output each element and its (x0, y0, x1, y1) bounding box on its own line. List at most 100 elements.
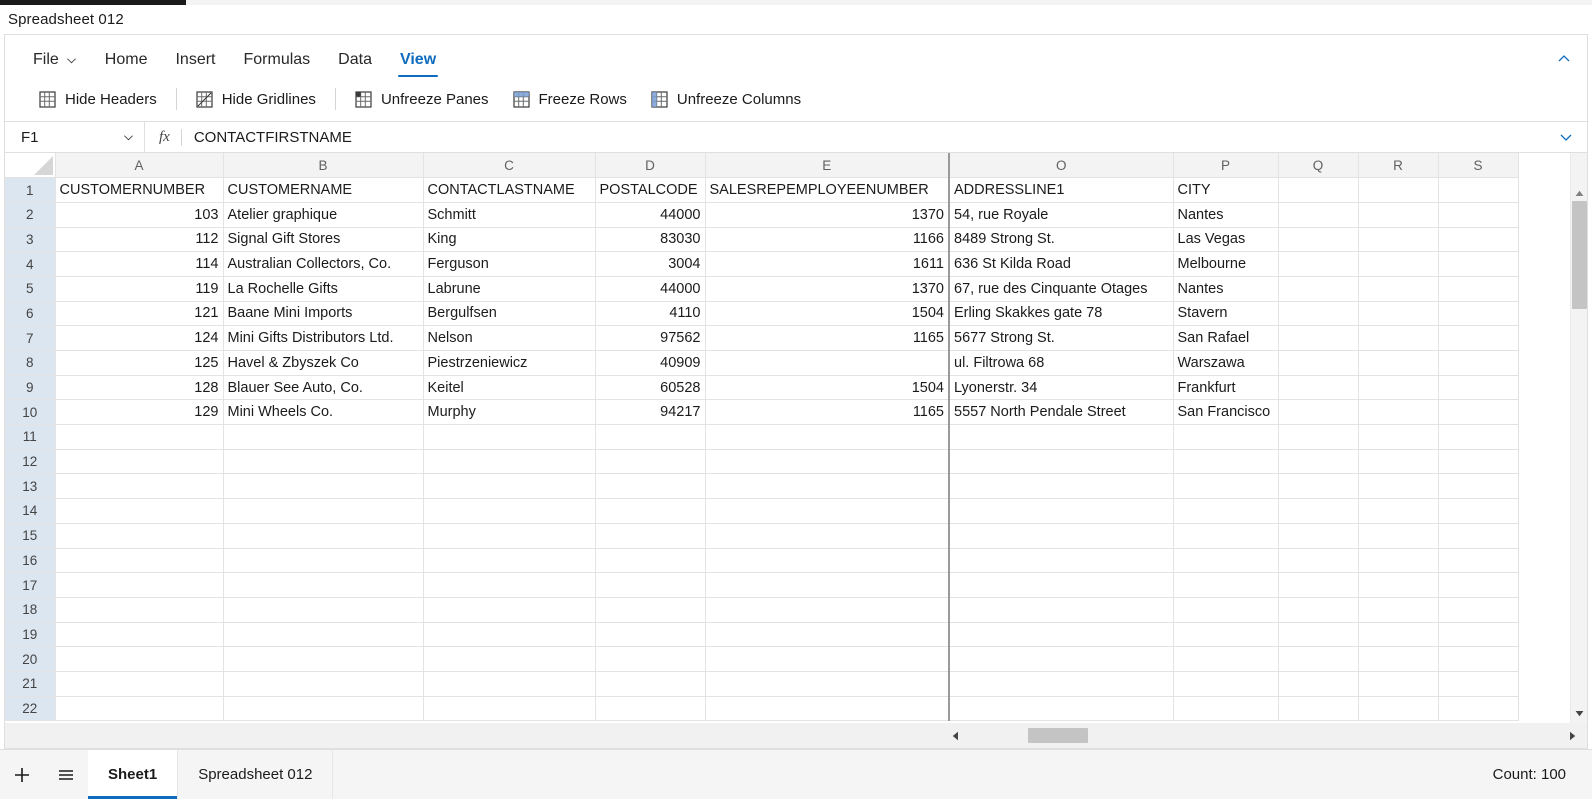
cell-O15[interactable] (948, 523, 1174, 549)
cell-E3[interactable]: 1166 (705, 227, 950, 253)
cell-O8[interactable]: ul. Filtrowa 68 (948, 350, 1174, 376)
cell-C20[interactable] (423, 646, 596, 672)
unfreeze-panes-button[interactable]: Unfreeze Panes (343, 86, 501, 113)
cell-A21[interactable] (55, 671, 224, 697)
cell-P12[interactable] (1173, 449, 1279, 475)
cell-Q13[interactable] (1278, 473, 1359, 500)
cell-R4[interactable] (1358, 251, 1439, 277)
cell-R7[interactable] (1358, 325, 1439, 351)
cell-A15[interactable] (55, 523, 224, 549)
horizontal-scroll-thumb[interactable] (1028, 728, 1088, 743)
cell-C22[interactable] (423, 696, 596, 722)
cell-C2[interactable]: Schmitt (423, 202, 596, 228)
scroll-up-arrow-icon[interactable] (1571, 185, 1587, 202)
cell-R14[interactable] (1358, 498, 1439, 524)
cell-D11[interactable] (595, 424, 706, 450)
sheet-tab-sheet1[interactable]: Sheet1 (88, 750, 179, 799)
cell-E17[interactable] (705, 572, 950, 598)
cell-C14[interactable] (423, 498, 596, 524)
cell-R16[interactable] (1358, 548, 1439, 574)
cell-D13[interactable] (595, 473, 706, 500)
row-header-15[interactable]: 15 (5, 523, 56, 549)
cell-Q18[interactable] (1278, 597, 1359, 623)
row-header-8[interactable]: 8 (5, 350, 56, 376)
cell-B6[interactable]: Baane Mini Imports (223, 301, 424, 327)
column-header-d[interactable]: D (595, 153, 706, 179)
formula-input[interactable]: CONTACTFIRSTNAME (182, 122, 1557, 152)
freeze-rows-button[interactable]: Freeze Rows (501, 86, 639, 113)
chevron-down-icon[interactable] (1557, 128, 1575, 146)
cell-C7[interactable]: Nelson (423, 325, 596, 351)
cell-Q7[interactable] (1278, 325, 1359, 351)
cell-E20[interactable] (705, 646, 950, 672)
cell-Q21[interactable] (1278, 671, 1359, 697)
cell-B3[interactable]: Signal Gift Stores (223, 227, 424, 253)
menu-item-home[interactable]: Home (91, 51, 162, 77)
cell-S1[interactable] (1438, 177, 1519, 203)
cell-P10[interactable]: San Francisco (1173, 399, 1279, 426)
cell-B5[interactable]: La Rochelle Gifts (223, 276, 424, 302)
column-header-c[interactable]: C (423, 153, 596, 179)
cell-R13[interactable] (1358, 473, 1439, 500)
cell-P14[interactable] (1173, 498, 1279, 524)
row-header-19[interactable]: 19 (5, 622, 56, 648)
column-header-o[interactable]: O (948, 153, 1174, 179)
grid-scroll-area[interactable]: ABCDEOPQRS 1 CUSTOMERNUMBER CUSTOMERNAME CO… (5, 153, 1570, 723)
cell-A13[interactable] (55, 473, 224, 500)
cell-R19[interactable] (1358, 622, 1439, 648)
cell-C17[interactable] (423, 572, 596, 598)
cell-P20[interactable] (1173, 646, 1279, 672)
hide-headers-button[interactable]: Hide Headers (27, 86, 169, 113)
cell-B19[interactable] (223, 622, 424, 648)
cell-P19[interactable] (1173, 622, 1279, 648)
cell-P6[interactable]: Stavern (1173, 301, 1279, 327)
cell-B16[interactable] (223, 548, 424, 574)
cell-O17[interactable] (948, 572, 1174, 598)
cell-A3[interactable]: 112 (55, 227, 224, 253)
cell-Q9[interactable] (1278, 375, 1359, 401)
cell-E16[interactable] (705, 548, 950, 574)
cell-P4[interactable]: Melbourne (1173, 251, 1279, 277)
cell-Q3[interactable] (1278, 227, 1359, 253)
cell-P18[interactable] (1173, 597, 1279, 623)
cell-O21[interactable] (948, 671, 1174, 697)
select-all-corner[interactable] (5, 153, 56, 179)
hide-gridlines-button[interactable]: Hide Gridlines (184, 86, 328, 113)
cell-R10[interactable] (1358, 399, 1439, 426)
cell-B18[interactable] (223, 597, 424, 623)
cell-O5[interactable]: 67, rue des Cinquante Otages (948, 276, 1174, 302)
cell-S9[interactable] (1438, 375, 1519, 401)
cell-C21[interactable] (423, 671, 596, 697)
add-sheet-button[interactable] (0, 750, 44, 799)
cell-B12[interactable] (223, 449, 424, 475)
cell-E11[interactable] (705, 424, 950, 450)
cell-O13[interactable] (948, 473, 1174, 500)
cell-B20[interactable] (223, 646, 424, 672)
cell-R3[interactable] (1358, 227, 1439, 253)
cell-R2[interactable] (1358, 202, 1439, 228)
cell-S21[interactable] (1438, 671, 1519, 697)
column-header-q[interactable]: Q (1278, 153, 1359, 179)
cell-C19[interactable] (423, 622, 596, 648)
cell-C8[interactable]: Piestrzeniewicz (423, 350, 596, 376)
cell-D16[interactable] (595, 548, 706, 574)
cell-E6[interactable]: 1504 (705, 301, 950, 327)
row-header-9[interactable]: 9 (5, 375, 56, 401)
cell-E2[interactable]: 1370 (705, 202, 950, 228)
cell-D6[interactable]: 4110 (595, 301, 706, 327)
cell-E4[interactable]: 1611 (705, 251, 950, 277)
cell-E14[interactable] (705, 498, 950, 524)
cell-R11[interactable] (1358, 424, 1439, 450)
cell-S10[interactable] (1438, 399, 1519, 426)
cell-A8[interactable]: 125 (55, 350, 224, 376)
row-header-11[interactable]: 11 (5, 424, 56, 450)
menu-item-data[interactable]: Data (324, 51, 386, 77)
scroll-down-arrow-icon[interactable] (1571, 705, 1587, 722)
cell-B17[interactable] (223, 572, 424, 598)
cell-O4[interactable]: 636 St Kilda Road (948, 251, 1174, 277)
vertical-scroll-thumb[interactable] (1572, 201, 1587, 309)
row-header-3[interactable]: 3 (5, 227, 56, 253)
cell-Q15[interactable] (1278, 523, 1359, 549)
cell-B9[interactable]: Blauer See Auto, Co. (223, 375, 424, 401)
cell-Q4[interactable] (1278, 251, 1359, 277)
